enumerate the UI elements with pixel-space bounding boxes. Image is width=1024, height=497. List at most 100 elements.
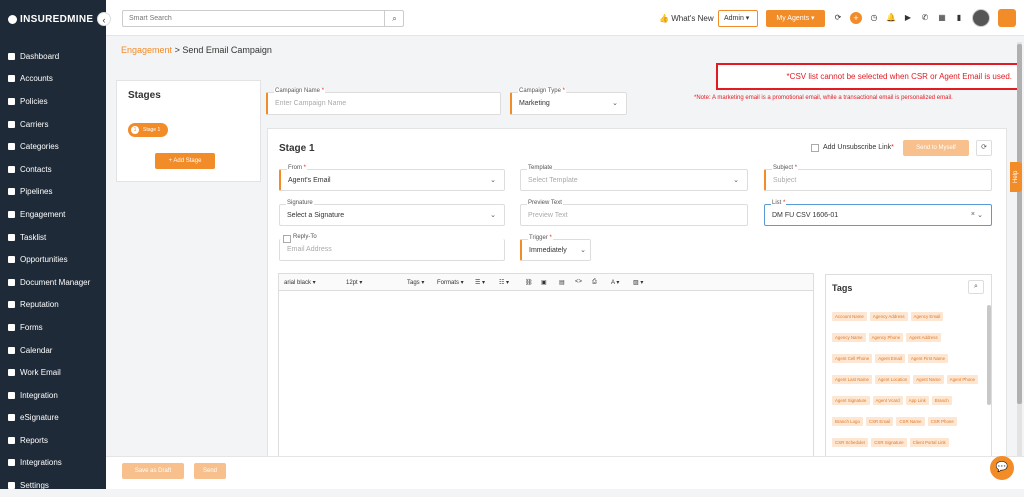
sidebar-item-tasklist[interactable]: Tasklist xyxy=(0,226,106,249)
campaign-name-field[interactable]: Campaign Name * Enter Campaign Name xyxy=(266,88,501,115)
breadcrumb-engagement-link[interactable]: Engagement xyxy=(121,45,172,55)
campaign-type-select[interactable]: Campaign Type * Marketing ⌄ xyxy=(510,88,627,115)
search-icon[interactable]: ⌕ xyxy=(968,280,984,294)
link-icon[interactable]: ⛓ xyxy=(525,279,533,286)
subject-input[interactable]: Subject * Subject xyxy=(764,165,992,191)
font-family-select[interactable]: arial black ▾ xyxy=(284,279,316,286)
refresh-icon[interactable]: ⟳ xyxy=(976,140,992,156)
sidebar-item-dashboard[interactable]: Dashboard xyxy=(0,45,106,68)
tag-chip[interactable]: Agency Address xyxy=(869,312,908,321)
send-button[interactable]: Send xyxy=(194,463,226,479)
media-icon[interactable]: ▤ xyxy=(559,279,565,286)
page-scrollbar-thumb[interactable] xyxy=(1017,44,1022,404)
signature-select[interactable]: Signature Select a Signature ⌄ xyxy=(279,200,505,226)
bell-icon[interactable]: 🔔 xyxy=(886,13,896,23)
tags-scrollbar[interactable] xyxy=(987,305,991,405)
formats-menu[interactable]: Formats ▾ xyxy=(437,279,464,286)
font-size-select[interactable]: 12pt ▾ xyxy=(346,279,362,286)
trigger-select[interactable]: Trigger * Immediately ⌄ xyxy=(520,235,591,261)
app-logo[interactable]: INSUREDMINE xyxy=(8,14,93,25)
tag-chip[interactable]: Agent Email xyxy=(875,354,905,363)
user-avatar[interactable] xyxy=(972,9,990,27)
role-select[interactable]: Admin ▾ xyxy=(718,10,758,27)
tag-chip[interactable]: Agent Cell Phone xyxy=(832,354,873,363)
video-icon[interactable]: ▶ xyxy=(903,13,913,23)
sidebar-item-engagement[interactable]: Engagement xyxy=(0,203,106,226)
sidebar-item-opportunities[interactable]: Opportunities xyxy=(0,248,106,271)
send-to-myself-button[interactable]: Send to Myself xyxy=(903,140,969,156)
sidebar-item-reports[interactable]: Reports xyxy=(0,429,106,452)
campaign-name-label: Campaign Name * xyxy=(274,88,326,94)
save-as-draft-button[interactable]: Save as Draft xyxy=(122,463,184,479)
tag-chip[interactable]: Client Portal Link xyxy=(909,438,949,447)
tag-chip[interactable]: CSR Email xyxy=(865,417,894,426)
search-icon[interactable]: ⌕ xyxy=(384,10,404,27)
tag-chip[interactable]: Agency Name xyxy=(832,333,866,342)
template-select[interactable]: Template Select Template ⌄ xyxy=(520,165,748,191)
clear-icon[interactable]: × xyxy=(971,211,975,218)
tag-chip[interactable]: Agent Last Name xyxy=(832,375,872,384)
help-tab[interactable]: Help xyxy=(1010,162,1022,192)
chip-icon[interactable]: ▦ xyxy=(937,13,947,23)
sidebar-item-forms[interactable]: Forms xyxy=(0,316,106,339)
sidebar-item-reputation[interactable]: Reputation xyxy=(0,294,106,317)
code-icon[interactable]: <> xyxy=(575,279,582,285)
document-icon[interactable]: ▮ xyxy=(954,13,964,23)
tag-chip[interactable]: CSR Signature xyxy=(871,438,907,447)
smart-search-input[interactable] xyxy=(122,10,404,27)
my-agents-button[interactable]: My Agents ▾ xyxy=(766,10,825,27)
sidebar-item-esignature[interactable]: eSignature xyxy=(0,407,106,430)
stage-1-pill[interactable]: 1 Stage 1 xyxy=(128,123,168,137)
tag-chip[interactable]: Agent Phone xyxy=(946,375,979,384)
sidebar-item-document-manager[interactable]: Document Manager xyxy=(0,271,106,294)
opportunities-icon xyxy=(8,256,15,264)
sidebar-item-pipelines[interactable]: Pipelines xyxy=(0,181,106,204)
apps-icon[interactable] xyxy=(998,9,1016,27)
sidebar-item-carriers[interactable]: Carriers xyxy=(0,113,106,136)
sidebar-item-policies[interactable]: Policies xyxy=(0,90,106,113)
sidebar-item-integration[interactable]: Integration xyxy=(0,384,106,407)
tag-chip[interactable]: Agency Phone xyxy=(868,333,904,342)
preview-text-input[interactable]: Preview Text Preview Text xyxy=(520,200,748,226)
chat-icon[interactable]: 💬 xyxy=(990,456,1014,480)
tag-chip[interactable]: Branch Logo xyxy=(832,417,863,426)
add-stage-button[interactable]: + Add Stage xyxy=(155,153,215,169)
unsubscribe-checkbox[interactable] xyxy=(811,144,819,152)
tag-chip[interactable]: Agent First Name xyxy=(907,354,949,363)
tag-chip[interactable]: Agent Address xyxy=(906,333,941,342)
list-select[interactable]: List * DM FU CSV 1606-01 × ⌄ xyxy=(764,200,992,226)
background-color-icon[interactable]: ▨ ▾ xyxy=(633,279,643,286)
tags-menu[interactable]: Tags ▾ xyxy=(407,279,424,286)
sidebar-item-settings[interactable]: Settings xyxy=(0,474,106,497)
sidebar-item-categories[interactable]: Categories xyxy=(0,135,106,158)
sidebar-item-calendar[interactable]: Calendar xyxy=(0,339,106,362)
phone-icon[interactable]: ✆ xyxy=(920,13,930,23)
tag-chip[interactable]: Agent Name xyxy=(913,375,944,384)
print-icon[interactable]: ⎙ xyxy=(592,279,597,286)
tag-chip[interactable]: Branch xyxy=(931,396,952,405)
tag-chip[interactable]: CSR Scheduler xyxy=(832,438,869,447)
text-color-icon[interactable]: A ▾ xyxy=(611,279,619,286)
tag-chip[interactable]: CSR Name xyxy=(896,417,925,426)
from-select[interactable]: From * Agent's Email ⌄ xyxy=(279,165,505,191)
numbered-list-icon[interactable]: ☷ ▾ xyxy=(499,279,509,286)
clock-icon[interactable]: ◷ xyxy=(869,13,879,23)
tag-chip[interactable]: Agency Email xyxy=(910,312,944,321)
sidebar-item-accounts[interactable]: Accounts xyxy=(0,68,106,91)
bullet-list-icon[interactable]: ☰ ▾ xyxy=(475,279,485,286)
sidebar-item-work-email[interactable]: Work Email xyxy=(0,361,106,384)
whats-new-link[interactable]: 👍 What's New xyxy=(659,14,714,23)
collapse-sidebar-button[interactable]: ‹ xyxy=(97,12,111,26)
sidebar-item-integrations[interactable]: Integrations xyxy=(0,452,106,475)
add-icon[interactable]: + xyxy=(850,12,862,24)
sync-icon[interactable]: ⟳ xyxy=(833,13,843,23)
tag-chip[interactable]: Agent Signature xyxy=(832,396,870,405)
sidebar-item-contacts[interactable]: Contacts xyxy=(0,158,106,181)
image-icon[interactable]: ▣ xyxy=(541,279,547,286)
tag-chip[interactable]: Agent Vcard xyxy=(872,396,903,405)
reply-to-email-input[interactable]: Email Address xyxy=(279,239,505,261)
tag-chip[interactable]: Agent Location xyxy=(874,375,911,384)
tag-chip[interactable]: CSR Phone xyxy=(927,417,957,426)
tag-chip[interactable]: App Link xyxy=(905,396,929,405)
tag-chip[interactable]: Account Name xyxy=(832,312,867,321)
